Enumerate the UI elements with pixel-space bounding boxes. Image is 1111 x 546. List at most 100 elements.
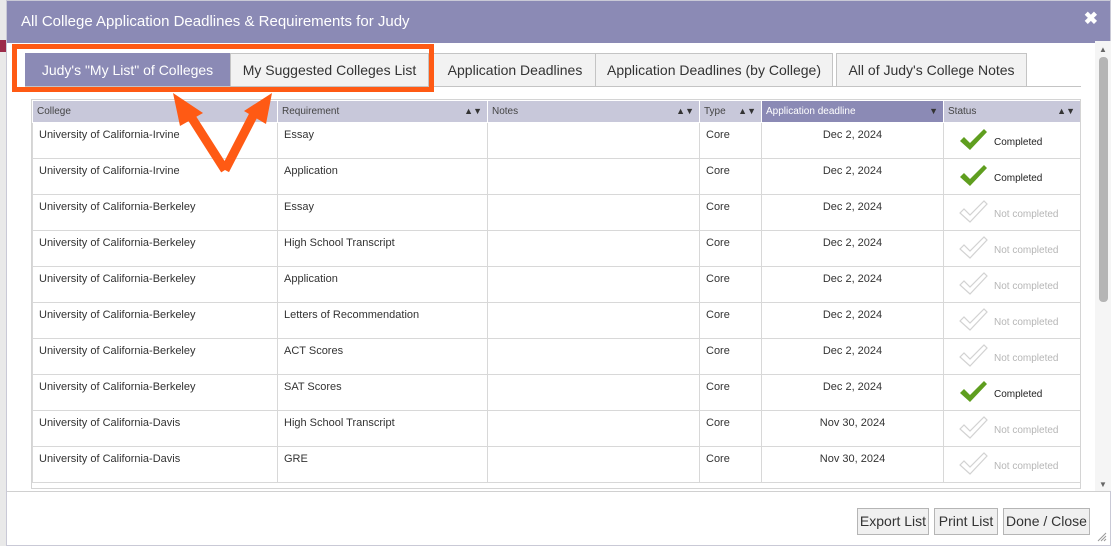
cell-requirement: Essay xyxy=(277,122,488,159)
table-row[interactable]: University of California-Irvine Essay Core… xyxy=(32,122,1080,159)
cell-requirement: Essay xyxy=(277,194,488,231)
status-wrap: Not completed xyxy=(958,307,1080,333)
checkmark-pending-icon[interactable] xyxy=(958,307,988,333)
cell-type: Core xyxy=(699,446,762,483)
table-header-row: College Requirement ▲▼ Notes ▲▼ Type ▲▼ App… xyxy=(32,100,1080,123)
dialog-titlebar[interactable]: All College Application Deadlines & Requ… xyxy=(7,1,1110,43)
cell-status[interactable]: Not completed xyxy=(943,230,1080,267)
table-row[interactable]: University of California-Irvine Applicati… xyxy=(32,158,1080,195)
table-row[interactable]: University of California-Berkeley High Sc… xyxy=(32,230,1080,267)
sort-desc-icon[interactable]: ▼ xyxy=(929,106,938,116)
checkmark-completed-icon[interactable] xyxy=(958,127,988,153)
cell-requirement: Letters of Recommendation xyxy=(277,302,488,339)
checkmark-pending-icon[interactable] xyxy=(958,451,988,477)
cell-college: University of California-Davis xyxy=(32,410,278,447)
cell-deadline: Nov 30, 2024 xyxy=(761,446,944,483)
status-wrap: Not completed xyxy=(958,343,1080,369)
sort-icon[interactable]: ▲▼ xyxy=(1057,106,1075,116)
checkmark-completed-icon[interactable] xyxy=(958,163,988,189)
tab-my-list[interactable]: Judy's "My List" of Colleges xyxy=(25,53,230,87)
column-label: Status xyxy=(948,106,977,117)
status-wrap: Not completed xyxy=(958,199,1080,225)
cell-requirement: ACT Scores xyxy=(277,338,488,375)
cell-notes xyxy=(487,374,700,411)
cell-college: University of California-Berkeley xyxy=(32,338,278,375)
cell-type: Core xyxy=(699,230,762,267)
status-label: Not completed xyxy=(994,460,1059,472)
cell-status[interactable]: Completed xyxy=(943,374,1080,411)
checkmark-pending-icon[interactable] xyxy=(958,271,988,297)
sort-icon[interactable]: ▲▼ xyxy=(738,106,756,116)
cell-deadline: Dec 2, 2024 xyxy=(761,158,944,195)
column-header-notes[interactable]: Notes ▲▼ xyxy=(487,100,700,123)
requirements-table: College Requirement ▲▼ Notes ▲▼ Type ▲▼ App… xyxy=(31,99,1081,489)
resize-grip-icon[interactable] xyxy=(1097,532,1107,542)
cell-deadline: Dec 2, 2024 xyxy=(761,266,944,303)
close-icon[interactable]: ✖ xyxy=(1084,9,1098,29)
column-header-college[interactable]: College xyxy=(32,100,278,123)
cell-status[interactable]: Not completed xyxy=(943,266,1080,303)
cell-status[interactable]: Not completed xyxy=(943,302,1080,339)
cell-requirement: High School Transcript xyxy=(277,230,488,267)
table-row[interactable]: University of California-Berkeley Applica… xyxy=(32,266,1080,303)
status-label: Completed xyxy=(994,388,1043,400)
status-wrap: Completed xyxy=(958,163,1080,189)
tab-application-deadlines[interactable]: Application Deadlines xyxy=(432,53,598,87)
column-header-status[interactable]: Status ▲▼ xyxy=(943,100,1080,123)
column-label: Application deadline xyxy=(766,106,856,117)
cell-status[interactable]: Not completed xyxy=(943,338,1080,375)
cell-requirement: Application xyxy=(277,266,488,303)
table-row[interactable]: University of California-Berkeley SAT Sco… xyxy=(32,374,1080,411)
table-row[interactable]: University of California-Berkeley ACT Sco… xyxy=(32,338,1080,375)
cell-status[interactable]: Not completed xyxy=(943,410,1080,447)
tab-college-notes[interactable]: All of Judy's College Notes xyxy=(836,53,1027,87)
status-label: Not completed xyxy=(994,280,1059,292)
checkmark-pending-icon[interactable] xyxy=(958,343,988,369)
checkmark-pending-icon[interactable] xyxy=(958,235,988,261)
column-header-type[interactable]: Type ▲▼ xyxy=(699,100,762,123)
print-list-button[interactable]: Print List xyxy=(934,508,998,535)
tab-suggested-colleges[interactable]: My Suggested Colleges List xyxy=(230,53,429,87)
table-row[interactable]: University of California-Berkeley Essay Co… xyxy=(32,194,1080,231)
status-label: Not completed xyxy=(994,424,1059,436)
cell-status[interactable]: Not completed xyxy=(943,446,1080,483)
cell-requirement: GRE xyxy=(277,446,488,483)
table-row[interactable]: University of California-Davis High Schoo… xyxy=(32,410,1080,447)
cell-requirement: High School Transcript xyxy=(277,410,488,447)
footer-divider xyxy=(7,491,1110,492)
sort-icon[interactable]: ▲▼ xyxy=(464,106,482,116)
cell-type: Core xyxy=(699,194,762,231)
scrollbar[interactable]: ▲ ▼ xyxy=(1095,41,1111,491)
table-row[interactable]: University of California-Berkeley Letters… xyxy=(32,302,1080,339)
cell-status[interactable]: Not completed xyxy=(943,194,1080,231)
scroll-up-icon[interactable]: ▲ xyxy=(1099,45,1107,54)
scroll-down-icon[interactable]: ▼ xyxy=(1099,480,1107,489)
cell-deadline: Dec 2, 2024 xyxy=(761,194,944,231)
cell-deadline: Nov 30, 2024 xyxy=(761,410,944,447)
cell-requirement: SAT Scores xyxy=(277,374,488,411)
status-label: Not completed xyxy=(994,208,1059,220)
cell-type: Core xyxy=(699,266,762,303)
cell-notes xyxy=(487,158,700,195)
table-row[interactable]: University of California-Davis GRE Core Nov… xyxy=(32,446,1080,483)
status-wrap: Not completed xyxy=(958,271,1080,297)
cell-college: University of California-Berkeley xyxy=(32,194,278,231)
scrollbar-thumb[interactable] xyxy=(1099,57,1108,302)
checkmark-pending-icon[interactable] xyxy=(958,415,988,441)
checkmark-completed-icon[interactable] xyxy=(958,379,988,405)
cell-requirement: Application xyxy=(277,158,488,195)
tab-deadlines-by-college[interactable]: Application Deadlines (by College) xyxy=(595,53,833,87)
cell-deadline: Dec 2, 2024 xyxy=(761,374,944,411)
sort-icon[interactable]: ▲▼ xyxy=(676,106,694,116)
cell-college: University of California-Berkeley xyxy=(32,302,278,339)
cell-status[interactable]: Completed xyxy=(943,122,1080,159)
column-label: Notes xyxy=(492,106,519,117)
column-header-requirement[interactable]: Requirement ▲▼ xyxy=(277,100,488,123)
export-list-button[interactable]: Export List xyxy=(857,508,929,535)
cell-college: University of California-Davis xyxy=(32,446,278,483)
cell-status[interactable]: Completed xyxy=(943,158,1080,195)
checkmark-pending-icon[interactable] xyxy=(958,199,988,225)
column-header-deadline[interactable]: Application deadline ▼ xyxy=(761,100,944,123)
column-label: Requirement xyxy=(282,106,340,117)
done-close-button[interactable]: Done / Close xyxy=(1003,508,1090,535)
